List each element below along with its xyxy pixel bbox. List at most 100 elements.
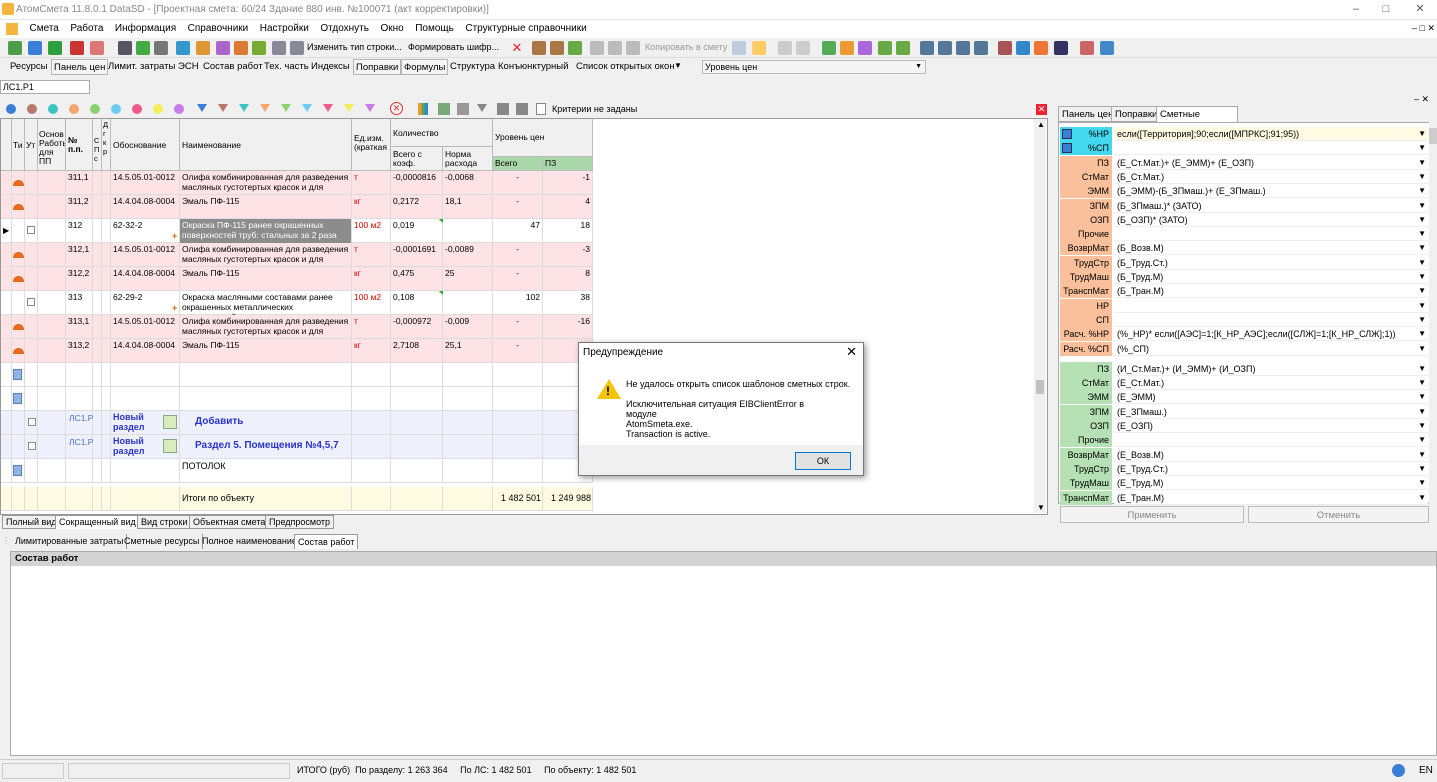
expand-plus-icon[interactable]: +	[172, 303, 177, 313]
menu-rest[interactable]: Отдохнуть	[320, 20, 369, 38]
formula-value[interactable]: (%_СП) ▼	[1114, 341, 1428, 356]
doc1-icon[interactable]	[778, 41, 792, 55]
tab-row-view[interactable]: Вид строки	[137, 515, 192, 529]
tab-estimate-resources[interactable]: Сметные ресурсы	[121, 534, 204, 549]
tab-structure[interactable]: Структура	[448, 59, 497, 75]
formula-row[interactable]: ТранспМат (Б_Тран.М) ▼	[1060, 284, 1428, 299]
menu-structural[interactable]: Структурные справочники	[465, 20, 586, 38]
mdi-controls[interactable]: – □ ✕	[1412, 23, 1435, 34]
list2-icon[interactable]	[938, 41, 952, 55]
header-quantity[interactable]: Количество	[391, 119, 493, 147]
copy-icon[interactable]	[608, 41, 622, 55]
doc2-icon[interactable]	[796, 41, 810, 55]
tab-work-composition[interactable]: Состав работ	[201, 59, 265, 75]
color-filter-yellow[interactable]	[153, 104, 163, 114]
menu-window[interactable]: Окно	[380, 20, 403, 38]
formula-value[interactable]: (Б_ЭММ)-(Б_ЗПмаш.)+ (Е_ЗПмаш.) ▼	[1114, 184, 1428, 199]
table-icon[interactable]	[28, 41, 42, 55]
formula-value[interactable]: (Б_Труд.М) ▼	[1114, 270, 1428, 284]
tree-icon[interactable]	[438, 103, 450, 115]
header-ut[interactable]: Ут	[25, 119, 38, 171]
copy-to-estimate-button[interactable]: Копировать в смету	[645, 42, 727, 52]
expand-plus-icon[interactable]: +	[172, 231, 177, 241]
formula-row[interactable]: Прочие ▼	[1060, 433, 1428, 448]
color-filter-purple[interactable]	[174, 104, 184, 114]
formula-row[interactable]: ЭММ (Б_ЭММ)-(Б_ЗПмаш.)+ (Е_ЗПмаш.) ▼	[1060, 184, 1428, 199]
chevron-down-icon[interactable]: ▼	[1418, 390, 1426, 404]
formula-row[interactable]: СП ▼	[1060, 312, 1428, 327]
formula-row[interactable]: ТрудМаш (Е_Труд.М) ▼	[1060, 476, 1428, 491]
formula-scroll-thumb[interactable]	[1429, 128, 1437, 144]
chevron-down-icon[interactable]: ▼	[1418, 491, 1426, 505]
ok-button[interactable]: ОК	[795, 452, 851, 470]
save-icon[interactable]	[118, 41, 132, 55]
tab-price-panel-right[interactable]: Панель цен	[1058, 106, 1118, 122]
formula-row[interactable]: ОЗП (Е_ОЗП) ▼	[1060, 419, 1428, 433]
row-checkbox[interactable]	[27, 226, 35, 234]
language-indicator[interactable]: EN	[1419, 765, 1433, 776]
tab-price-panel[interactable]: Панель цен	[51, 59, 109, 75]
formula-value[interactable]: ▼	[1114, 312, 1428, 327]
search-icon[interactable]	[90, 41, 104, 55]
formula-row[interactable]: ОЗП (Б_ОЗП)* (ЗАТО) ▼	[1060, 212, 1428, 227]
table-row[interactable]: ▶ 312 62-32-2 Окраска ПФ-115 ранее окрашенн…	[1, 219, 593, 243]
formula-row[interactable]: ТрудСтр (Б_Труд.Ст.) ▼	[1060, 255, 1428, 270]
clear-filter-icon[interactable]: ✕	[390, 102, 403, 115]
formula-row[interactable]: СтМат (Б_Ст.Мат.) ▼	[1060, 169, 1428, 184]
chevron-down-icon[interactable]: ▼	[1418, 184, 1426, 198]
paste-icon[interactable]	[626, 41, 640, 55]
tab-limit-costs[interactable]: Лимит. затраты	[106, 59, 177, 75]
table-row[interactable]	[1, 363, 593, 387]
color-filter-blue[interactable]	[6, 104, 16, 114]
nav-back-icon[interactable]	[497, 103, 509, 115]
chevron-down-icon[interactable]: ▼	[1418, 227, 1426, 241]
tab-resources[interactable]: Ресурсы	[8, 59, 49, 75]
menu-estimate[interactable]: Смета	[30, 20, 59, 38]
grid-vscroll-thumb[interactable]	[1036, 380, 1044, 394]
open-windows-list[interactable]: Список открытых окон	[574, 59, 677, 75]
table-row[interactable]: 311,1 14.5.05.01-0012 Олифа комбинированна…	[1, 171, 593, 195]
menu-info[interactable]: Информация	[115, 20, 176, 38]
section-row[interactable]: ЛС1.Р Новый раздел Добавить	[1, 411, 593, 435]
table-row[interactable]: ПОТОЛОК	[1, 459, 593, 483]
formula-row[interactable]: ЗПМ (Е_ЗПмаш.) ▼	[1060, 404, 1428, 419]
chevron-down-icon[interactable]: ▼	[1418, 213, 1426, 227]
tab-corrections[interactable]: Поправки	[353, 59, 402, 75]
formula-value[interactable]: если([Территория];90;если([МПРКС];91;95)…	[1114, 127, 1428, 141]
calc2-icon[interactable]	[896, 41, 910, 55]
funnel-grey-icon[interactable]	[477, 104, 487, 112]
formula-value[interactable]: (Б_Возв.М) ▼	[1114, 241, 1428, 256]
close-grid-icon[interactable]: ✕	[1036, 104, 1047, 115]
formula-row[interactable]: ТрудСтр (Е_Труд.Ст.) ▼	[1060, 461, 1428, 476]
formula-value[interactable]: (Б_ОЗП)* (ЗАТО) ▼	[1114, 212, 1428, 227]
tab-short-view[interactable]: Сокращенный вид	[55, 515, 140, 529]
formula-value[interactable]: (Е_Ст.Мат.) ▼	[1114, 376, 1428, 391]
form-code-button[interactable]: Формировать шифр...	[408, 42, 499, 52]
formula-row[interactable]: ПЗ (Е_Ст.Мат.)+ (Е_ЭММ)+ (Е_ОЗП) ▼	[1060, 155, 1428, 170]
formula-row[interactable]: Расч. %СП (%_СП) ▼	[1060, 341, 1428, 356]
apply-button[interactable]: Применить	[1060, 506, 1244, 523]
address-field[interactable]: ЛС1.Р1	[0, 80, 90, 94]
grid2-icon[interactable]	[550, 41, 564, 55]
tool-icon[interactable]	[196, 41, 210, 55]
header-s[interactable]: С П с	[93, 119, 102, 171]
formula-row[interactable]: Прочие ▼	[1060, 227, 1428, 242]
calc1-icon[interactable]	[878, 41, 892, 55]
scroll-up-icon[interactable]: ▲	[1037, 120, 1045, 129]
print-icon[interactable]	[272, 41, 286, 55]
tab-corrections-right[interactable]: Поправки	[1111, 106, 1162, 122]
formula-value[interactable]: (Е_Возв.М) ▼	[1114, 447, 1428, 462]
tab-work-composition-lower[interactable]: Состав работ	[294, 534, 359, 549]
tab-preview[interactable]: Предпросмотр	[265, 515, 335, 529]
minimize-button[interactable]: –	[1349, 2, 1363, 16]
chevron-down-icon[interactable]: ▼	[1418, 241, 1426, 255]
chevron-down-icon[interactable]: ▼	[1418, 342, 1426, 356]
table-row[interactable]: 311,2 14.4.04.08-0004 Эмаль ПФ-115 кг 0,2172…	[1, 195, 593, 219]
price-level-select[interactable]: Уровень цен ▼	[702, 60, 926, 74]
refresh-icon[interactable]	[136, 41, 150, 55]
chevron-down-icon[interactable]: ▼	[1418, 476, 1426, 490]
header-num[interactable]: № п.п.	[66, 119, 93, 171]
formula-value[interactable]: (И_Ст.Мат.)+ (И_ЭММ)+ (И_ОЗП) ▼	[1114, 361, 1428, 376]
header-ti[interactable]: Ти	[12, 119, 25, 171]
chart-icon[interactable]	[216, 41, 230, 55]
